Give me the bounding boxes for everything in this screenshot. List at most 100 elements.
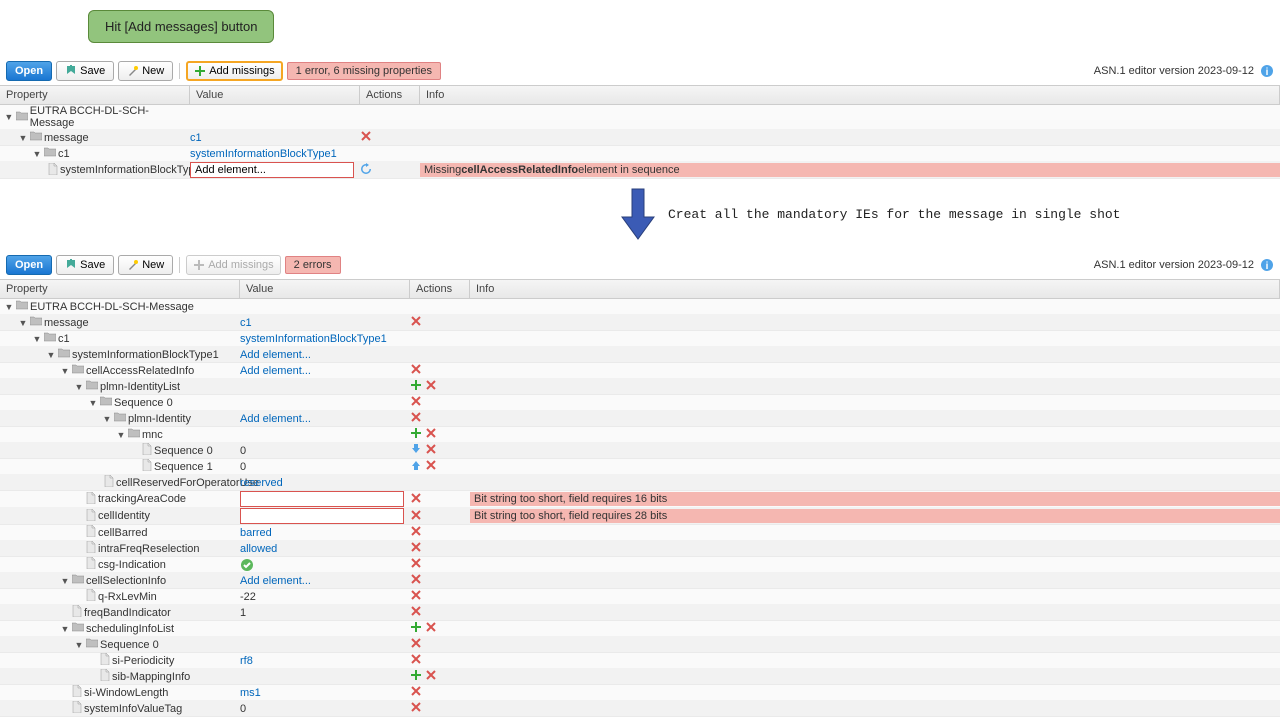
tree-row[interactable]: ▼ Sequence 0: [0, 395, 1280, 411]
tree-row[interactable]: si-Periodicityrf8: [0, 653, 1280, 669]
delete-icon[interactable]: [410, 315, 422, 327]
tree-row[interactable]: ▼ Sequence 0: [0, 637, 1280, 653]
delete-icon[interactable]: [410, 557, 422, 569]
expand-toggle[interactable]: ▼: [46, 350, 56, 360]
value-input[interactable]: [190, 162, 354, 178]
delete-icon[interactable]: [425, 621, 437, 633]
expand-toggle[interactable]: ▼: [4, 302, 14, 312]
expand-toggle[interactable]: ▼: [88, 398, 98, 408]
delete-icon[interactable]: [410, 701, 422, 713]
tree-row[interactable]: intraFreqReselectionallowed: [0, 541, 1280, 557]
tree-row[interactable]: ▼ EUTRA BCCH-DL-SCH-Message: [0, 299, 1280, 315]
value-text[interactable]: c1: [240, 317, 252, 329]
expand-toggle[interactable]: ▼: [74, 382, 84, 392]
expand-toggle[interactable]: ▼: [60, 366, 70, 376]
expand-toggle[interactable]: ▼: [60, 624, 70, 634]
add-icon[interactable]: [410, 621, 422, 633]
info-icon[interactable]: i: [1260, 64, 1274, 78]
delete-icon[interactable]: [425, 459, 437, 471]
tree-row[interactable]: q-RxLevMin-22: [0, 589, 1280, 605]
expand-toggle[interactable]: ▼: [116, 430, 126, 440]
move-up-icon[interactable]: [410, 459, 422, 471]
error-badge[interactable]: 2 errors: [285, 256, 341, 274]
new-button[interactable]: New: [118, 255, 173, 275]
delete-icon[interactable]: [410, 589, 422, 601]
value-text[interactable]: systemInformationBlockType1: [190, 148, 337, 160]
value-text[interactable]: systemInformationBlockType1: [240, 333, 387, 345]
expand-toggle[interactable]: ▼: [32, 334, 42, 344]
value-text[interactable]: Add element...: [240, 349, 311, 361]
info-icon[interactable]: i: [1260, 258, 1274, 272]
tree-row[interactable]: cellIdentityBit string too short, field …: [0, 508, 1280, 525]
expand-toggle[interactable]: ▼: [32, 149, 42, 159]
error-badge[interactable]: 1 error, 6 missing properties: [287, 62, 441, 80]
tree-row[interactable]: ▼ EUTRA BCCH-DL-SCH-Message: [0, 105, 1280, 130]
tree-row[interactable]: Sequence 00: [0, 443, 1280, 459]
open-button[interactable]: Open: [6, 255, 52, 275]
expand-toggle[interactable]: ▼: [102, 414, 112, 424]
save-button[interactable]: Save: [56, 61, 114, 81]
delete-icon[interactable]: [425, 669, 437, 681]
expand-toggle[interactable]: ▼: [18, 133, 28, 143]
save-button[interactable]: Save: [56, 255, 114, 275]
open-button[interactable]: Open: [6, 61, 52, 81]
delete-icon[interactable]: [425, 443, 437, 455]
tree-row[interactable]: ▼ c1systemInformationBlockType1: [0, 146, 1280, 162]
tree-row[interactable]: cellBarredbarred: [0, 525, 1280, 541]
delete-icon[interactable]: [410, 573, 422, 585]
delete-icon[interactable]: [410, 541, 422, 553]
delete-icon[interactable]: [425, 379, 437, 391]
value-text[interactable]: Add element...: [240, 413, 311, 425]
tree-row[interactable]: csg-Indication: [0, 557, 1280, 573]
add-icon[interactable]: [410, 427, 422, 439]
tree-row[interactable]: ▼ mnc: [0, 427, 1280, 443]
add-missings-button[interactable]: Add missings: [186, 61, 282, 81]
value-text[interactable]: c1: [190, 132, 202, 144]
move-down-icon[interactable]: [410, 443, 422, 455]
tree-row[interactable]: Sequence 10: [0, 459, 1280, 475]
delete-icon[interactable]: [410, 637, 422, 649]
tree-row[interactable]: ▼ plmn-IdentityAdd element...: [0, 411, 1280, 427]
expand-toggle[interactable]: ▼: [4, 112, 14, 122]
tree-row[interactable]: cellReservedForOperatorUsereserved: [0, 475, 1280, 491]
tree-row[interactable]: ▼ messagec1: [0, 315, 1280, 331]
add-icon[interactable]: [410, 669, 422, 681]
delete-icon[interactable]: [410, 395, 422, 407]
tree-row[interactable]: freqBandIndicator1: [0, 605, 1280, 621]
delete-icon[interactable]: [410, 525, 422, 537]
delete-icon[interactable]: [425, 427, 437, 439]
value-text[interactable]: Add element...: [240, 365, 311, 377]
tree-row[interactable]: ▼ cellAccessRelatedInfoAdd element...: [0, 363, 1280, 379]
new-button[interactable]: New: [118, 61, 173, 81]
tree-row[interactable]: ▼ schedulingInfoList: [0, 621, 1280, 637]
value-text[interactable]: reserved: [240, 477, 283, 489]
delete-icon[interactable]: [410, 653, 422, 665]
value-text[interactable]: rf8: [240, 655, 253, 667]
value-input[interactable]: [240, 491, 404, 507]
expand-toggle[interactable]: ▼: [18, 318, 28, 328]
tree-row[interactable]: ▼ plmn-IdentityList: [0, 379, 1280, 395]
value-text[interactable]: allowed: [240, 543, 277, 555]
value-text[interactable]: Add element...: [240, 575, 311, 587]
tree-row[interactable]: si-WindowLengthms1: [0, 685, 1280, 701]
refresh-icon[interactable]: [360, 163, 372, 175]
value-text[interactable]: ms1: [240, 687, 261, 699]
tree-row[interactable]: ▼ systemInformationBlockType1Add element…: [0, 347, 1280, 363]
tree-row[interactable]: sib-MappingInfo: [0, 669, 1280, 685]
tree-row[interactable]: systemInfoValueTag0: [0, 701, 1280, 717]
value-text[interactable]: barred: [240, 527, 272, 539]
tree-row[interactable]: ▼ messagec1: [0, 130, 1280, 146]
add-icon[interactable]: [410, 379, 422, 391]
delete-icon[interactable]: [360, 130, 372, 142]
delete-icon[interactable]: [410, 411, 422, 423]
delete-icon[interactable]: [410, 363, 422, 375]
tree-row[interactable]: ▼ c1systemInformationBlockType1: [0, 331, 1280, 347]
tree-row[interactable]: systemInformationBlockType1Missing cellA…: [0, 162, 1280, 179]
expand-toggle[interactable]: ▼: [60, 576, 70, 586]
delete-icon[interactable]: [410, 492, 422, 504]
delete-icon[interactable]: [410, 509, 422, 521]
delete-icon[interactable]: [410, 685, 422, 697]
expand-toggle[interactable]: ▼: [74, 640, 84, 650]
value-input[interactable]: [240, 508, 404, 524]
delete-icon[interactable]: [410, 605, 422, 617]
